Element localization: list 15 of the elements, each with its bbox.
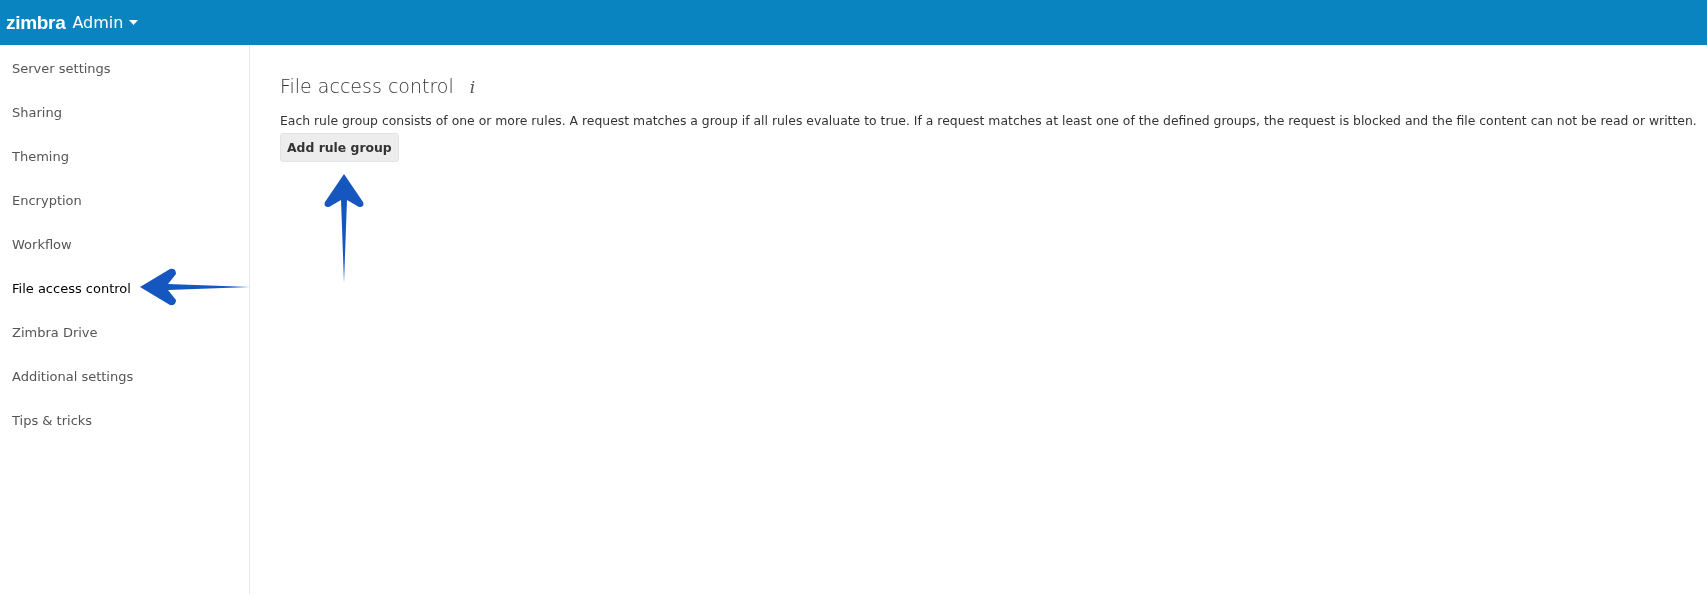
- info-icon[interactable]: i: [469, 77, 476, 97]
- add-rule-group-button[interactable]: Add rule group: [280, 133, 399, 162]
- sidebar-item[interactable]: File access control: [0, 274, 249, 318]
- sidebar-item[interactable]: Theming: [0, 142, 249, 186]
- description: Each rule group consists of one or more rules. A request matches a group if all rules evaluate to true. If a request matches at least one of the defined groups, the request is blocked and the file content can not be read or written.: [280, 113, 1698, 128]
- app-menu-button[interactable]: Admin: [72, 13, 139, 32]
- sidebar-item[interactable]: Tips & tricks: [0, 406, 249, 450]
- sidebar-item[interactable]: Sharing: [0, 98, 249, 142]
- sidebar-item[interactable]: Server settings: [0, 54, 249, 98]
- sidebar-item[interactable]: Zimbra Drive: [0, 318, 249, 362]
- logo: zimbra: [6, 11, 66, 34]
- page-title: File access control: [280, 75, 454, 97]
- sidebar-item[interactable]: Encryption: [0, 186, 249, 230]
- sidebar-item[interactable]: Additional settings: [0, 362, 249, 406]
- sidebar-item[interactable]: Workflow: [0, 230, 249, 274]
